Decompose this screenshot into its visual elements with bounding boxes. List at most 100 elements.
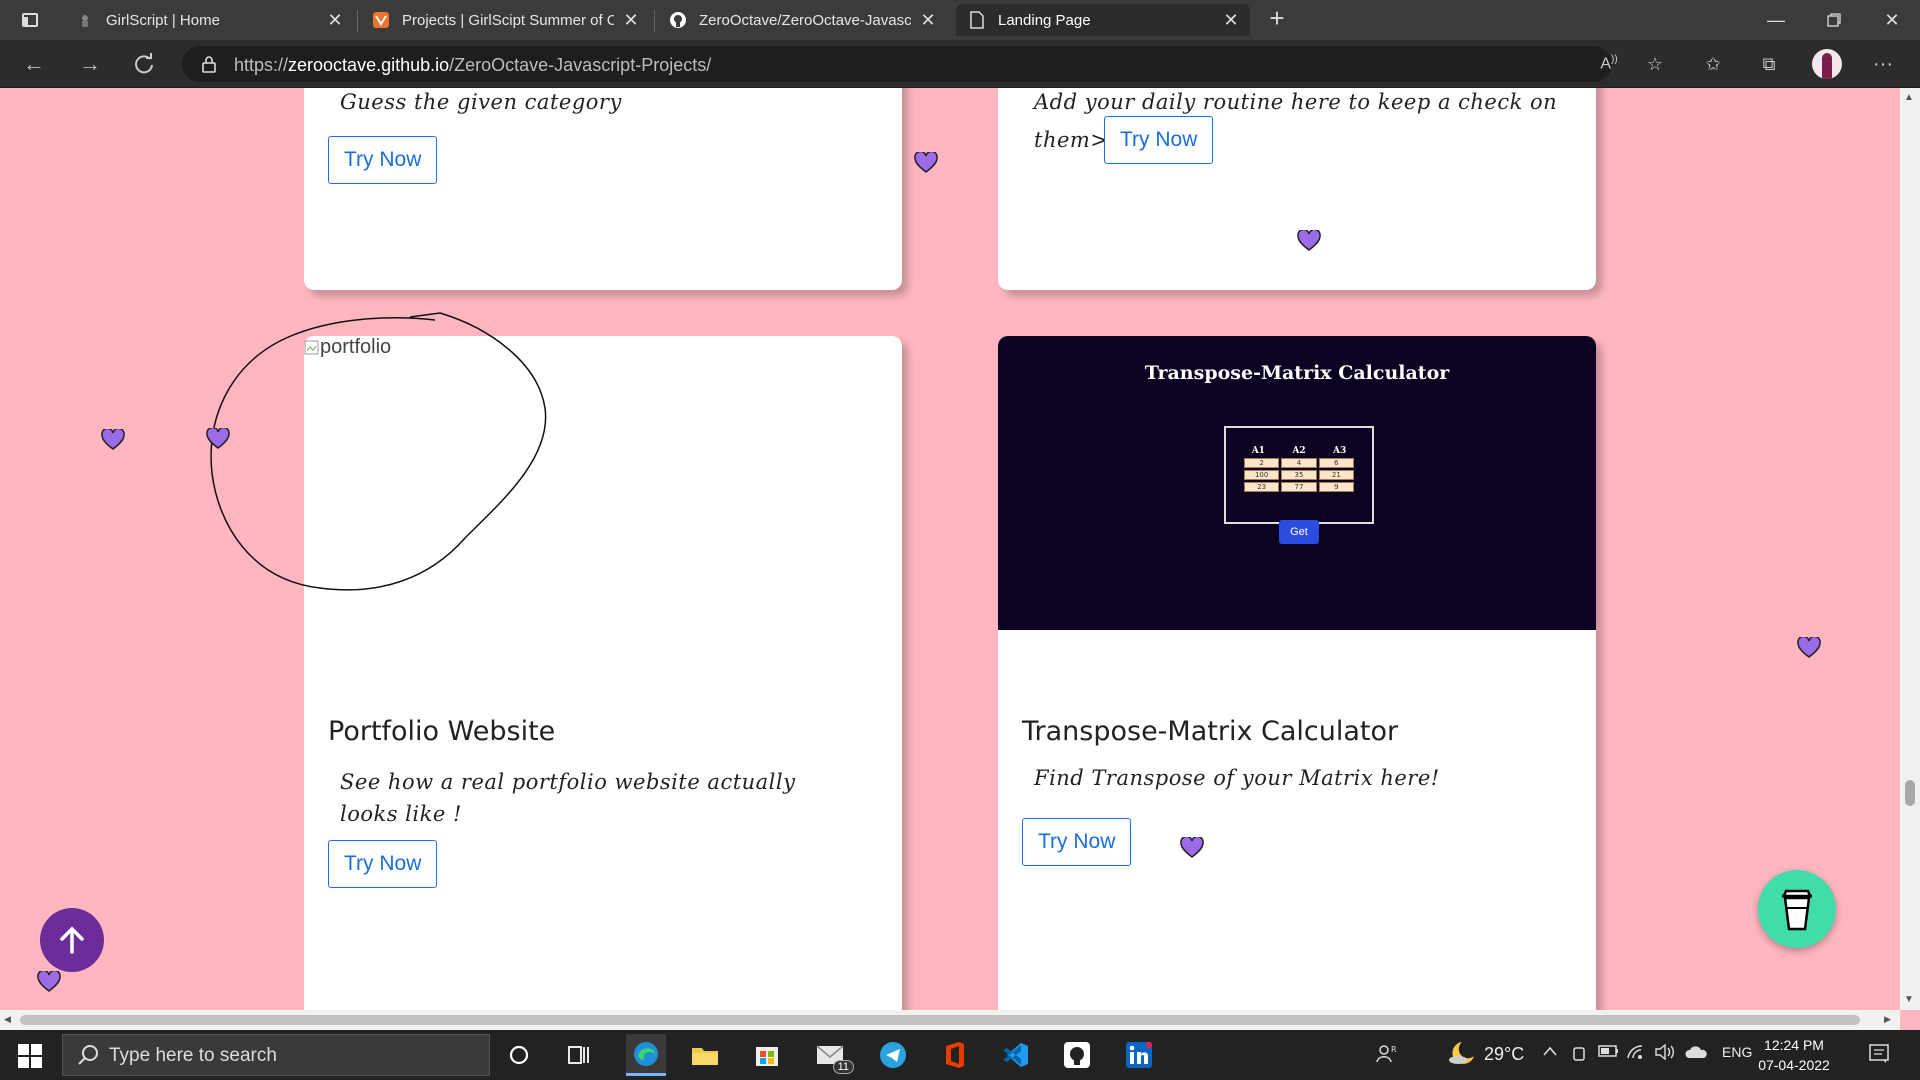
buy-me-a-coffee-button[interactable] — [1758, 870, 1836, 948]
page-content: Guess the given category Try Now Add you… — [0, 88, 1900, 1010]
card-description-continued: them> — [1034, 128, 1109, 152]
tab-divider — [654, 10, 655, 32]
tab-girlscript-home[interactable]: GirlScript | Home ✕ — [64, 4, 354, 36]
minimize-icon[interactable]: — — [1748, 0, 1804, 40]
mail-icon[interactable]: 11 — [814, 1038, 854, 1074]
people-icon[interactable]: R — [1376, 1044, 1398, 1068]
preview-cell: 9 — [1318, 482, 1354, 492]
office-icon[interactable] — [938, 1038, 972, 1072]
coffee-cup-icon — [1782, 889, 1812, 931]
tab-title: Landing Page — [998, 11, 1091, 29]
weather-temperature[interactable]: 29°C — [1484, 1044, 1524, 1065]
clock-time: 12:24 PM — [1764, 1037, 1824, 1053]
heart-icon — [206, 428, 230, 449]
taskbar-search-input[interactable]: Type here to search — [62, 1034, 490, 1076]
back-icon[interactable]: ← — [16, 48, 52, 80]
preview-title: Transpose-Matrix Calculator — [1144, 362, 1450, 384]
windows-taskbar: Type here to search 11 R 29°C ENG 12:24 … — [0, 1030, 1920, 1080]
preview-cell: 100 — [1244, 470, 1280, 480]
weather-moon-icon[interactable] — [1448, 1040, 1476, 1070]
tab-title: Projects | GirlScipt Summer of Code — [402, 11, 614, 29]
search-icon — [78, 1045, 98, 1065]
preview-matrix-grid: A1 A2 A3 2 4 6 100 35 21 23 77 9 — [1224, 426, 1374, 524]
mail-badge: 11 — [832, 1060, 854, 1074]
tab-github-repo[interactable]: ZeroOctave/ZeroOctave-Javascript ✕ — [657, 4, 947, 36]
close-tab-icon[interactable]: ✕ — [326, 10, 344, 31]
windows-start-icon[interactable] — [10, 1042, 50, 1070]
horizontal-scrollbar[interactable]: ◀ ▶ — [0, 1010, 1900, 1030]
url-text[interactable]: https://zerooctave.github.io/ZeroOctave-… — [234, 55, 711, 76]
cortana-icon[interactable] — [502, 1038, 536, 1072]
tab-actions-icon[interactable] — [14, 8, 46, 32]
svg-text:R: R — [1391, 1045, 1397, 1054]
scroll-down-icon[interactable]: ▼ — [1904, 994, 1914, 1005]
new-tab-icon[interactable]: + — [1262, 4, 1292, 34]
gssoc-favicon-icon — [372, 11, 390, 29]
preview-header-a2: A2 — [1292, 446, 1306, 456]
onedrive-icon[interactable] — [1684, 1044, 1708, 1064]
try-now-button[interactable]: Try Now — [328, 136, 438, 184]
notifications-icon[interactable] — [1868, 1042, 1890, 1068]
heart-icon — [37, 971, 61, 992]
close-tab-icon[interactable]: ✕ — [1222, 10, 1240, 31]
more-menu-icon[interactable]: ··· — [1866, 48, 1900, 80]
url-scheme: https:// — [234, 55, 289, 75]
battery-icon[interactable] — [1598, 1044, 1620, 1062]
collections-icon[interactable]: ⧉ — [1752, 48, 1786, 80]
tab-title: GirlScript | Home — [106, 11, 220, 29]
vertical-scroll-thumb[interactable] — [1905, 780, 1915, 806]
linkedin-icon[interactable] — [1122, 1038, 1156, 1072]
try-now-button[interactable]: Try Now — [1104, 116, 1214, 164]
horizontal-scroll-thumb[interactable] — [20, 1015, 1860, 1025]
read-aloud-icon[interactable]: A)) — [1592, 48, 1626, 80]
card-description: Find Transpose of your Matrix here! — [1034, 766, 1440, 790]
tab-gssoc-projects[interactable]: Projects | GirlScipt Summer of Code ✕ — [360, 4, 650, 36]
try-now-button[interactable]: Try Now — [328, 840, 438, 888]
tab-landing-page[interactable]: Landing Page ✕ — [956, 4, 1250, 36]
add-favorite-icon[interactable]: ☆ — [1638, 48, 1672, 80]
card-description: Add your daily routine here to keep a ch… — [1034, 90, 1558, 114]
close-window-icon[interactable]: ✕ — [1864, 0, 1920, 40]
github-desktop-icon[interactable] — [1060, 1038, 1094, 1072]
vertical-scrollbar[interactable]: ▲ ▼ — [1900, 88, 1920, 1010]
profile-avatar[interactable] — [1812, 49, 1842, 79]
scroll-right-icon[interactable]: ▶ — [1884, 1014, 1891, 1025]
annotation-circle — [210, 312, 547, 591]
system-clock[interactable]: 12:24 PM 07-04-2022 — [1752, 1035, 1836, 1075]
volume-icon[interactable] — [1654, 1043, 1676, 1064]
tab-bar: GirlScript | Home ✕ Projects | GirlScipt… — [0, 0, 1920, 40]
preview-cell: 6 — [1318, 458, 1354, 468]
card-description: See how a real portfolio website actuall… — [340, 770, 796, 826]
restore-icon[interactable] — [1806, 0, 1862, 40]
preview-header-a3: A3 — [1333, 446, 1347, 456]
scroll-left-icon[interactable]: ◀ — [4, 1014, 11, 1025]
forward-icon[interactable]: → — [72, 48, 108, 80]
heart-icon — [914, 152, 938, 173]
wifi-icon[interactable] — [1626, 1044, 1646, 1064]
url-path: /ZeroOctave-Javascript-Projects/ — [449, 55, 712, 75]
refresh-icon[interactable] — [126, 48, 162, 80]
heart-icon — [101, 429, 125, 450]
close-tab-icon[interactable]: ✕ — [919, 10, 937, 31]
task-view-icon[interactable] — [562, 1038, 596, 1072]
preview-cell: 21 — [1318, 470, 1354, 480]
try-now-button[interactable]: Try Now — [1022, 818, 1132, 866]
close-tab-icon[interactable]: ✕ — [622, 10, 640, 31]
heart-icon — [1297, 230, 1321, 251]
microsoft-store-icon[interactable] — [750, 1038, 784, 1072]
address-bar[interactable]: https://zerooctave.github.io/ZeroOctave-… — [182, 46, 1612, 82]
preview-cell: 23 — [1244, 482, 1280, 492]
project-card-daily-routine: Add your daily routine here to keep a ch… — [998, 88, 1596, 290]
input-language[interactable]: ENG — [1722, 1044, 1752, 1060]
edge-taskbar-icon[interactable] — [626, 1034, 666, 1076]
vscode-icon[interactable] — [998, 1038, 1032, 1072]
favorites-icon[interactable]: ✩ — [1696, 48, 1730, 80]
show-hidden-icons-icon[interactable] — [1542, 1044, 1558, 1061]
lock-icon[interactable] — [200, 54, 220, 74]
meet-now-icon[interactable] — [1572, 1044, 1588, 1066]
scroll-up-icon[interactable]: ▲ — [1904, 92, 1914, 103]
file-explorer-icon[interactable] — [688, 1038, 722, 1072]
scroll-to-top-button[interactable] — [40, 908, 104, 972]
card-title: Portfolio Website — [328, 716, 556, 747]
telegram-icon[interactable] — [876, 1038, 910, 1072]
